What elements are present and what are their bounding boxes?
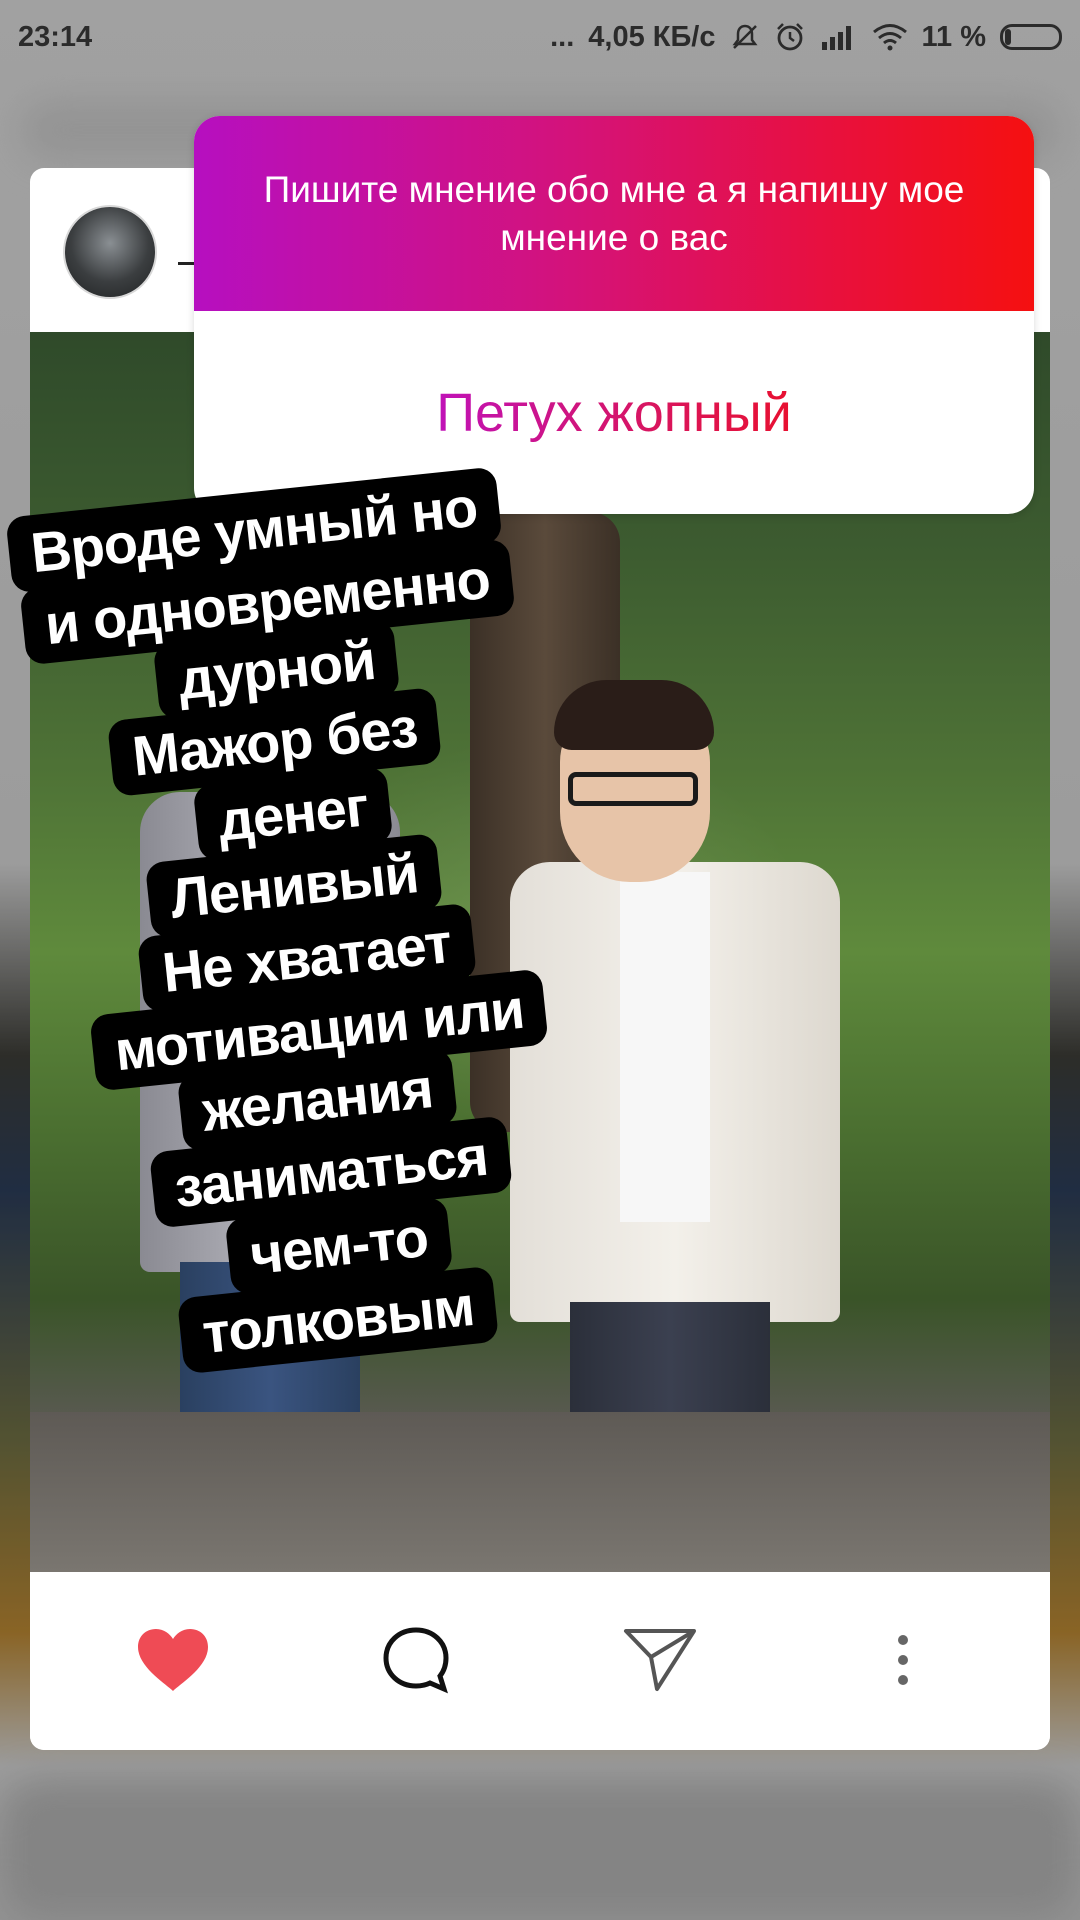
send-icon: [624, 1629, 696, 1691]
comment-icon: [383, 1627, 449, 1694]
signal-icon: [820, 24, 858, 50]
share-button[interactable]: [620, 1620, 700, 1700]
story-photo: [30, 332, 1050, 1572]
question-sticker[interactable]: Пишите мнение обо мне а я напишу мое мне…: [194, 116, 1034, 514]
battery-icon: [1000, 24, 1062, 50]
comment-button[interactable]: [376, 1620, 456, 1700]
bell-muted-icon: [730, 22, 760, 52]
wifi-icon: [872, 23, 908, 51]
network-speed: 4,05 КБ/с: [588, 20, 716, 53]
question-answer: Петух жопный: [194, 311, 1034, 514]
status-time: 23:14: [18, 20, 93, 53]
like-button[interactable]: [133, 1620, 213, 1700]
alarm-icon: [774, 21, 806, 53]
more-vertical-icon: [898, 1635, 908, 1685]
status-bar: 23:14 ... 4,05 КБ/с 11 %: [0, 0, 1080, 74]
photo-path: [30, 1412, 1050, 1572]
question-prompt: Пишите мнение обо мне а я напишу мое мне…: [194, 116, 1034, 311]
question-answer-text: Петух жопный: [436, 382, 792, 443]
avatar[interactable]: [63, 205, 157, 299]
heart-icon: [138, 1629, 208, 1691]
action-bar: [30, 1572, 1050, 1750]
more-button[interactable]: [863, 1620, 943, 1700]
battery-percent: 11 %: [921, 20, 987, 53]
status-more-dots: ...: [550, 20, 575, 53]
